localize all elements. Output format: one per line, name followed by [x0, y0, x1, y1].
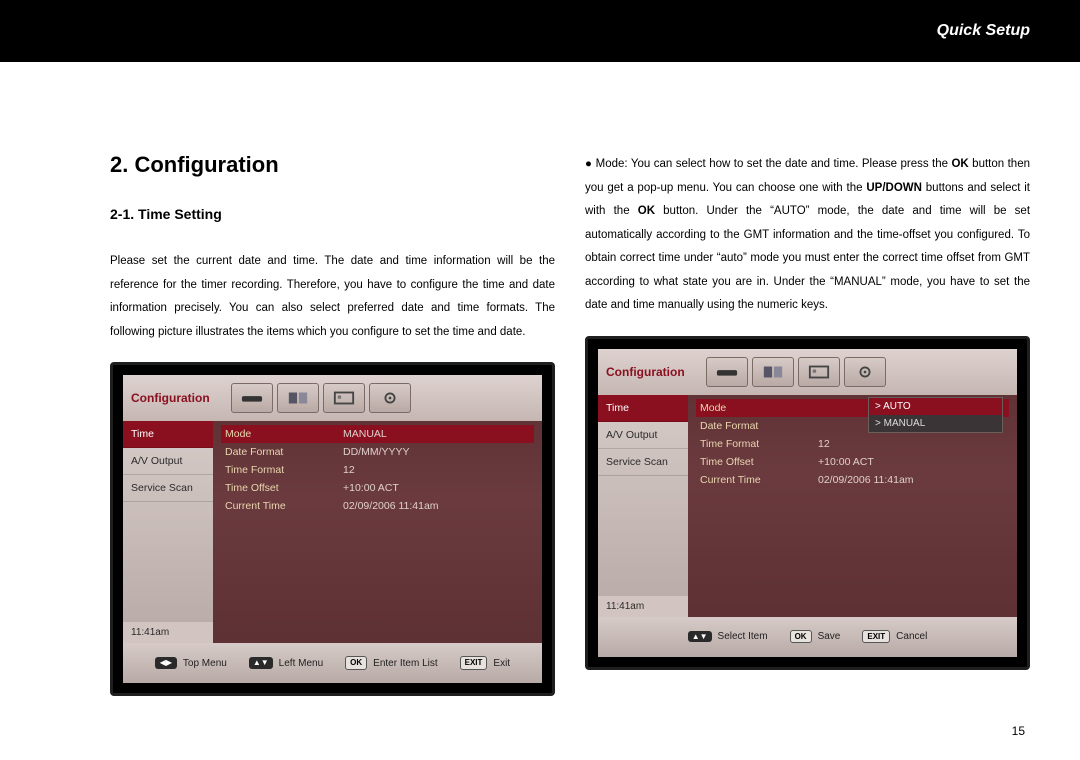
- tv2-title: Configuration: [606, 365, 696, 379]
- key-icon: OK: [345, 656, 367, 670]
- key-icon: EXIT: [460, 656, 488, 670]
- tv-footer: ◀▶ Top Menu ▲▼ Left Menu OK Enter Item List EX…: [123, 643, 542, 683]
- footer-hint: EXIT Exit: [460, 656, 510, 670]
- screenshot-time-setting: Configuration Time A/V Output Service Sc…: [110, 362, 555, 696]
- footer-hint-label: Left Menu: [279, 658, 323, 669]
- picture-icon: [323, 383, 365, 413]
- row-date-format[interactable]: Date FormatDD/MM/YYYY: [221, 443, 534, 461]
- sidebar-item-av[interactable]: A/V Output: [598, 422, 688, 449]
- row-time-format[interactable]: Time Format12: [221, 461, 534, 479]
- screenshot-mode-popup: Configuration Time A/V Output Service Sc…: [585, 336, 1030, 670]
- tv2-header: Configuration: [598, 349, 1017, 395]
- gear-icon: [844, 357, 886, 387]
- picture-icon: [798, 357, 840, 387]
- stb-icon: [231, 383, 273, 413]
- page-header: Quick Setup: [0, 0, 1080, 62]
- popup-option-auto[interactable]: > AUTO: [869, 398, 1002, 415]
- section-heading: 2. Configuration: [110, 152, 555, 178]
- row-time-format[interactable]: Time Format12: [696, 435, 1009, 453]
- subsection-heading: 2-1. Time Setting: [110, 206, 555, 222]
- tv2-settings-list: Mode Date Format Time Format12 Time Offs…: [688, 395, 1017, 617]
- footer-hint-label: Save: [818, 631, 841, 642]
- tv2-footer: ▲▼ Select Item OK Save EXIT Cancel: [598, 617, 1017, 657]
- row-time-offset[interactable]: Time Offset+10:00 ACT: [221, 479, 534, 497]
- sidebar-item-scan[interactable]: Service Scan: [123, 475, 213, 502]
- key-icon: ▲▼: [249, 657, 273, 669]
- tv-clock: 11:41am: [123, 622, 213, 643]
- sidebar-item-scan[interactable]: Service Scan: [598, 449, 688, 476]
- footer-hint: ▲▼ Left Menu: [249, 657, 323, 669]
- key-icon: ◀▶: [155, 657, 177, 669]
- tv-sidebar: Time A/V Output Service Scan 11:41am: [123, 421, 213, 643]
- page-header-title: Quick Setup: [937, 22, 1030, 40]
- row-current-time[interactable]: Current Time02/09/2006 11:41am: [221, 497, 534, 515]
- footer-hint: OK Save: [790, 630, 841, 644]
- footer-hint: OK Enter Item List: [345, 656, 437, 670]
- footer-hint-label: Enter Item List: [373, 658, 437, 669]
- key-icon: ▲▼: [688, 631, 712, 643]
- stb-icon: [706, 357, 748, 387]
- footer-hint-label: Top Menu: [183, 658, 227, 669]
- footer-hint-label: Cancel: [896, 631, 927, 642]
- key-icon: EXIT: [862, 630, 890, 644]
- footer-hint: ◀▶ Top Menu: [155, 657, 227, 669]
- gear-icon: [369, 383, 411, 413]
- mode-paragraph: ● Mode: You can select how to set the da…: [585, 153, 1030, 318]
- sidebar-item-time[interactable]: Time: [598, 395, 688, 422]
- popup-option-manual[interactable]: > MANUAL: [869, 415, 1002, 432]
- footer-hint-label: Select Item: [718, 631, 768, 642]
- key-icon: OK: [790, 630, 812, 644]
- row-mode[interactable]: ModeMANUAL: [221, 425, 534, 443]
- tv-settings-list: ModeMANUAL Date FormatDD/MM/YYYY Time Fo…: [213, 421, 542, 643]
- tv2-clock: 11:41am: [598, 596, 688, 617]
- footer-hint-label: Exit: [493, 658, 510, 669]
- tv-title: Configuration: [131, 391, 221, 405]
- tools-icon: [752, 357, 794, 387]
- mode-popup[interactable]: > AUTO > MANUAL: [868, 397, 1003, 433]
- intro-paragraph: Please set the current date and time. Th…: [110, 250, 555, 344]
- row-current-time[interactable]: Current Time02/09/2006 11:41am: [696, 471, 1009, 489]
- row-time-offset[interactable]: Time Offset+10:00 ACT: [696, 453, 1009, 471]
- tv2-sidebar: Time A/V Output Service Scan 11:41am: [598, 395, 688, 617]
- tools-icon: [277, 383, 319, 413]
- tv-header: Configuration: [123, 375, 542, 421]
- footer-hint: ▲▼ Select Item: [688, 631, 768, 643]
- footer-hint: EXIT Cancel: [862, 630, 927, 644]
- sidebar-item-av[interactable]: A/V Output: [123, 448, 213, 475]
- sidebar-item-time[interactable]: Time: [123, 421, 213, 448]
- page-number: 15: [1012, 724, 1025, 738]
